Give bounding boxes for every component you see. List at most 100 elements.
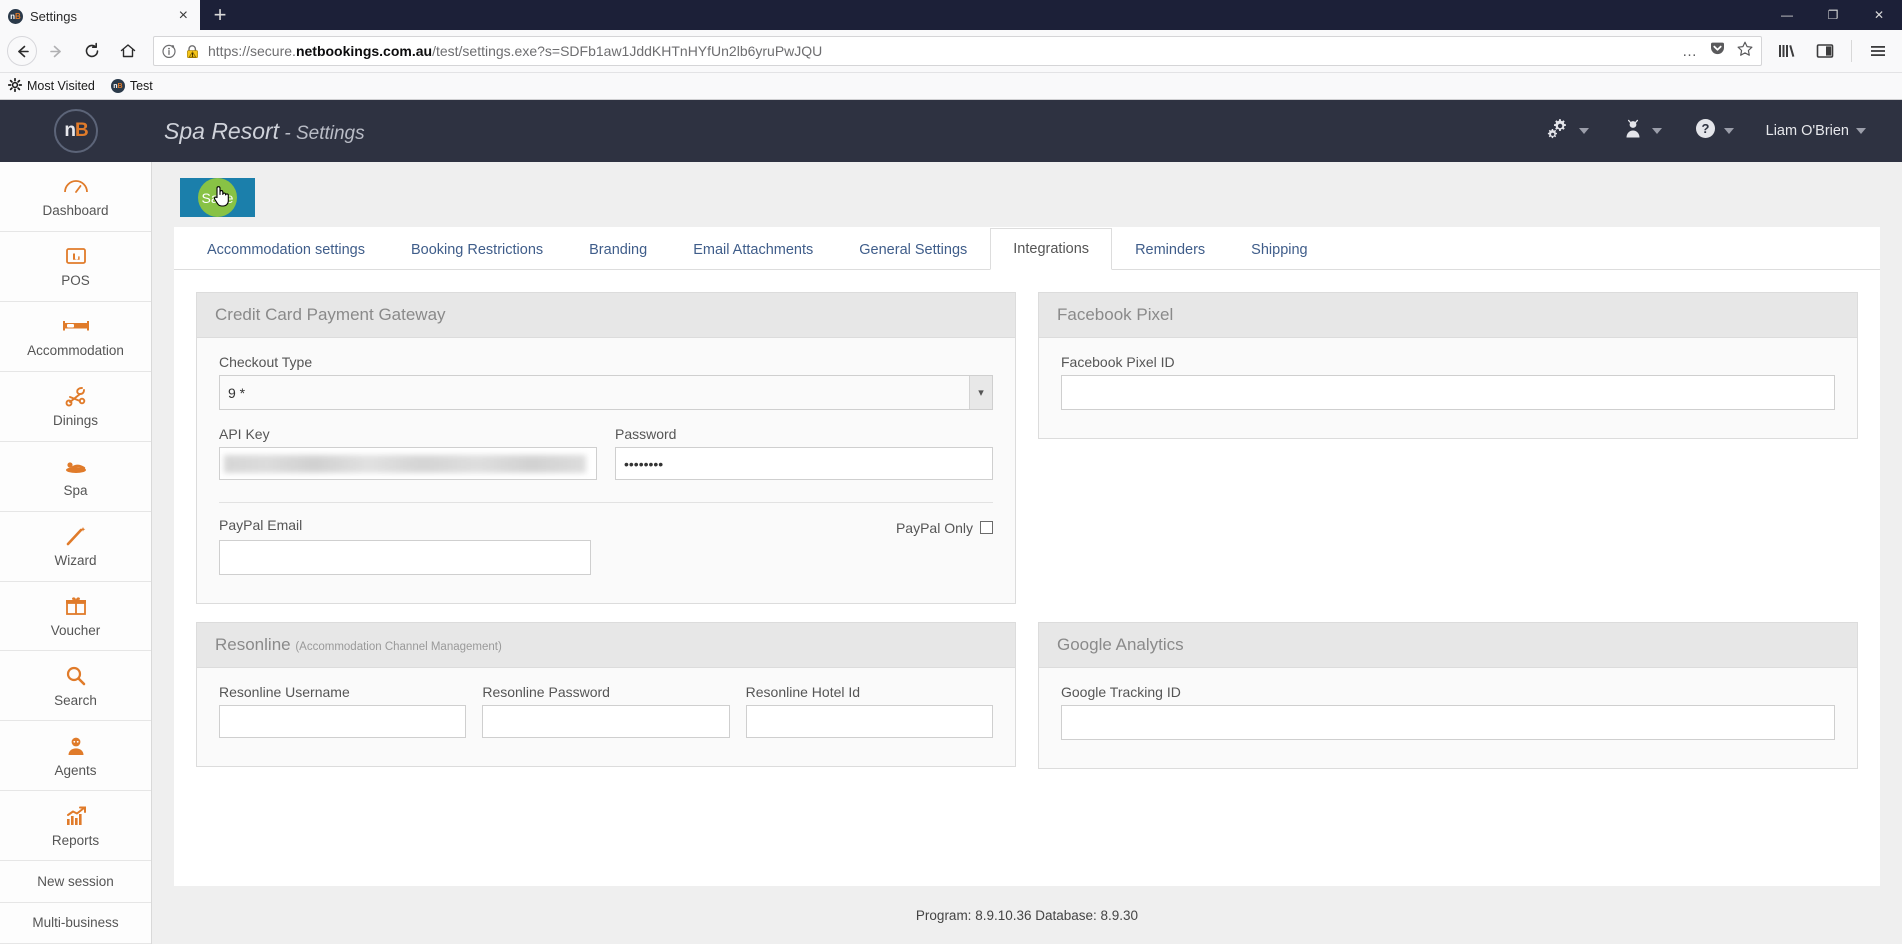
pocket-icon[interactable] — [1709, 40, 1726, 62]
back-icon[interactable] — [7, 36, 37, 66]
panel-title-text: Resonline — [215, 635, 291, 654]
bookmark-test[interactable]: nB Test — [110, 79, 153, 93]
panel-credit-card-gateway: Credit Card Payment Gateway Checkout Typ… — [196, 292, 1016, 604]
checkout-type-select[interactable]: 9 * — [219, 375, 993, 410]
web-application: nB Spa Resort - Settings ? Liam O'Brien … — [0, 100, 1902, 944]
password-group: Password — [615, 426, 993, 480]
panel-title: Facebook Pixel — [1039, 293, 1857, 338]
settings-gear-menu[interactable] — [1532, 117, 1603, 146]
api-key-label: API Key — [219, 426, 270, 442]
home-icon[interactable] — [111, 35, 145, 67]
sidebar-item-label: Reports — [51, 832, 100, 848]
sidebar-item-dinings[interactable]: Dinings — [0, 372, 151, 442]
window-close-icon[interactable]: ✕ — [1856, 0, 1902, 30]
resonline-hotel-id-input[interactable] — [745, 705, 993, 738]
new-tab-button[interactable]: + — [200, 0, 240, 30]
hamburger-menu-icon[interactable] — [1861, 35, 1895, 67]
sidebar-item-multi-business[interactable]: Multi-business — [0, 903, 151, 944]
resonline-hotel-id-label: Resonline Hotel Id — [745, 684, 861, 700]
info-icon[interactable] — [161, 43, 177, 59]
tab-shipping[interactable]: Shipping — [1228, 228, 1330, 270]
url-bar[interactable]: https://secure.netbookings.com.au/test/s… — [153, 36, 1762, 66]
chevron-down-icon — [1651, 128, 1662, 134]
checkout-type-label: Checkout Type — [219, 354, 313, 370]
tab-accommodation-settings[interactable]: Accommodation settings — [184, 228, 388, 270]
password-input[interactable] — [615, 447, 993, 480]
resonline-password-group: Resonline Password — [482, 684, 730, 738]
facebook-pixel-id-label: Facebook Pixel ID — [1061, 354, 1175, 370]
section-divider — [219, 502, 993, 503]
page-title-main: Spa Resort — [164, 117, 280, 144]
minimize-icon[interactable]: — — [1764, 0, 1810, 30]
tab-branding[interactable]: Branding — [566, 228, 670, 270]
panel-body: Google Tracking ID — [1039, 668, 1857, 768]
redacted-value — [224, 455, 586, 473]
tab-email-attachments[interactable]: Email Attachments — [670, 228, 836, 270]
agent-person-icon — [64, 734, 88, 758]
page-actions-icon[interactable]: … — [1682, 43, 1699, 60]
facebook-pixel-id-input[interactable] — [1061, 375, 1835, 410]
page-title: Spa Resort - Settings — [164, 117, 365, 144]
paypal-only-checkbox-row[interactable]: PayPal Only — [896, 520, 993, 536]
checkout-type-select-wrap: 9 * ▾ — [219, 375, 993, 410]
svg-text:?: ? — [1701, 121, 1709, 136]
browser-navbar: https://secure.netbookings.com.au/test/s… — [0, 30, 1902, 73]
sidebar-item-dashboard[interactable]: Dashboard — [0, 162, 151, 232]
panel-google-analytics: Google Analytics Google Tracking ID — [1038, 622, 1858, 769]
save-button[interactable]: Save — [180, 178, 255, 217]
app-logo-wrap[interactable]: nB — [0, 109, 152, 153]
sidebar-item-accommodation[interactable]: Accommodation — [0, 302, 151, 372]
nb-logo-icon: nB — [8, 8, 23, 24]
chevron-down-icon — [1723, 128, 1734, 134]
settings-panel: Accommodation settings Booking Restricti… — [174, 227, 1880, 886]
sidebar-item-label: POS — [61, 273, 90, 289]
sidebar-item-wizard[interactable]: Wizard — [0, 512, 151, 582]
maximize-icon[interactable]: ❐ — [1810, 0, 1856, 30]
reload-icon[interactable] — [75, 35, 109, 67]
settings-tabs: Accommodation settings Booking Restricti… — [174, 227, 1880, 270]
integrations-grid: Credit Card Payment Gateway Checkout Typ… — [174, 270, 1880, 886]
paypal-email-input[interactable] — [219, 540, 591, 575]
tab-reminders[interactable]: Reminders — [1112, 228, 1228, 270]
star-icon[interactable] — [1736, 40, 1754, 63]
tab-integrations[interactable]: Integrations — [990, 228, 1113, 270]
bookmark-most-visited[interactable]: Most Visited — [7, 77, 95, 95]
app-header-actions: ? Liam O'Brien — [1532, 117, 1902, 146]
sidebar-item-agents[interactable]: Agents — [0, 721, 151, 792]
sidebar-item-label: Wizard — [54, 553, 97, 569]
close-icon[interactable]: × — [175, 8, 192, 24]
resonline-password-input[interactable] — [482, 705, 730, 738]
window-controls: — ❐ ✕ — [1764, 0, 1902, 30]
netbookings-logo-icon: nB — [54, 109, 98, 153]
library-icon[interactable] — [1770, 35, 1804, 67]
sidebar-item-voucher[interactable]: Voucher — [0, 582, 151, 652]
toolbar-divider — [1851, 40, 1852, 62]
sidebar-item-label: Agents — [54, 762, 97, 778]
sidebar-item-spa[interactable]: Spa — [0, 442, 151, 512]
paypal-only-checkbox[interactable] — [980, 521, 993, 534]
sidebar-item-reports[interactable]: Reports — [0, 791, 151, 862]
pos-register-icon — [64, 244, 88, 268]
tab-general-settings[interactable]: General Settings — [836, 228, 990, 270]
browser-tab-settings[interactable]: nB Settings × — [0, 0, 200, 30]
sidebar-item-pos[interactable]: POS — [0, 232, 151, 302]
browser-toolbar-right — [1770, 35, 1895, 67]
sidebar-item-new-session[interactable]: New session — [0, 861, 151, 903]
google-tracking-id-input[interactable] — [1061, 705, 1835, 740]
tab-booking-restrictions[interactable]: Booking Restrictions — [388, 228, 566, 270]
sidebar-item-label: Search — [54, 692, 97, 708]
user-account-menu[interactable]: Liam O'Brien — [1752, 123, 1880, 139]
resonline-username-input[interactable] — [219, 705, 467, 738]
insecure-warning-icon[interactable] — [184, 43, 201, 60]
user-staff-menu[interactable] — [1607, 117, 1676, 146]
help-menu[interactable]: ? — [1680, 117, 1748, 145]
sidebar-icon[interactable] — [1808, 35, 1842, 67]
sidebar-item-search[interactable]: Search — [0, 651, 151, 722]
api-key-input[interactable] — [219, 447, 597, 480]
save-toolbar: Save — [152, 162, 1902, 227]
forward-icon[interactable] — [39, 35, 73, 67]
panel-facebook-pixel: Facebook Pixel Facebook Pixel ID — [1038, 292, 1858, 439]
sidebar-item-label: Dinings — [52, 413, 99, 429]
